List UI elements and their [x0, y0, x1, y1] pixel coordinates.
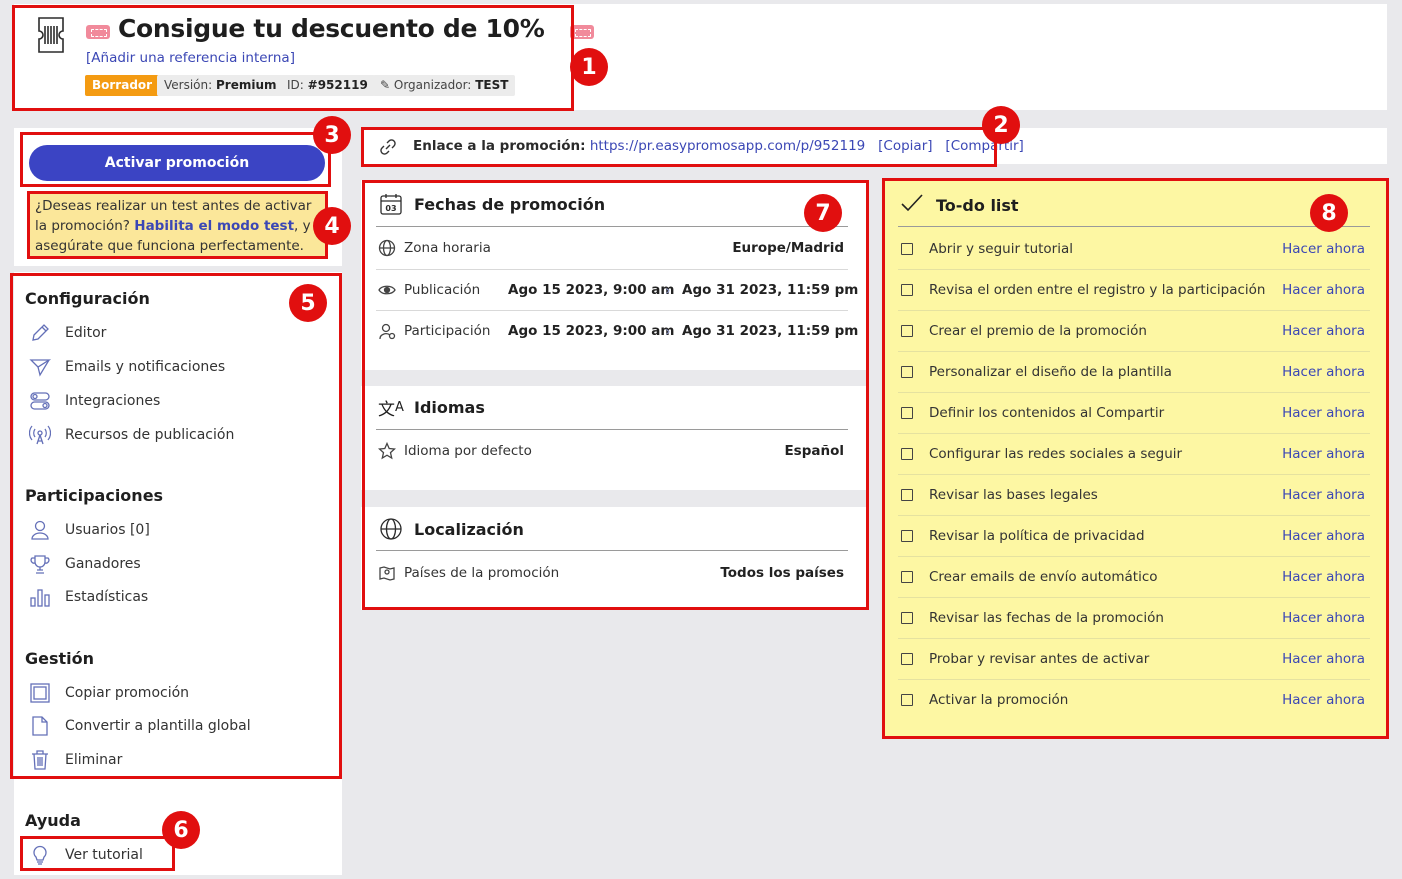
highlight-box-4	[27, 191, 328, 259]
annotation-badge-2: 2	[982, 106, 1020, 144]
annotation-badge-3: 3	[313, 116, 351, 154]
annotation-badge-7: 7	[804, 194, 842, 232]
highlight-box-8	[882, 178, 1389, 739]
highlight-box-2	[361, 127, 997, 167]
annotation-badge-8: 8	[1310, 194, 1348, 232]
highlight-box-3	[20, 132, 331, 187]
annotation-badge-6: 6	[162, 811, 200, 849]
annotation-badge-1: 1	[570, 48, 608, 86]
highlight-box-6	[20, 836, 175, 871]
highlight-box-1	[12, 5, 574, 111]
annotation-badge-5: 5	[289, 284, 327, 322]
help-heading: Ayuda	[25, 811, 81, 830]
annotation-badge-4: 4	[313, 207, 351, 245]
highlight-box-5	[10, 273, 342, 779]
highlight-box-7	[362, 180, 869, 610]
